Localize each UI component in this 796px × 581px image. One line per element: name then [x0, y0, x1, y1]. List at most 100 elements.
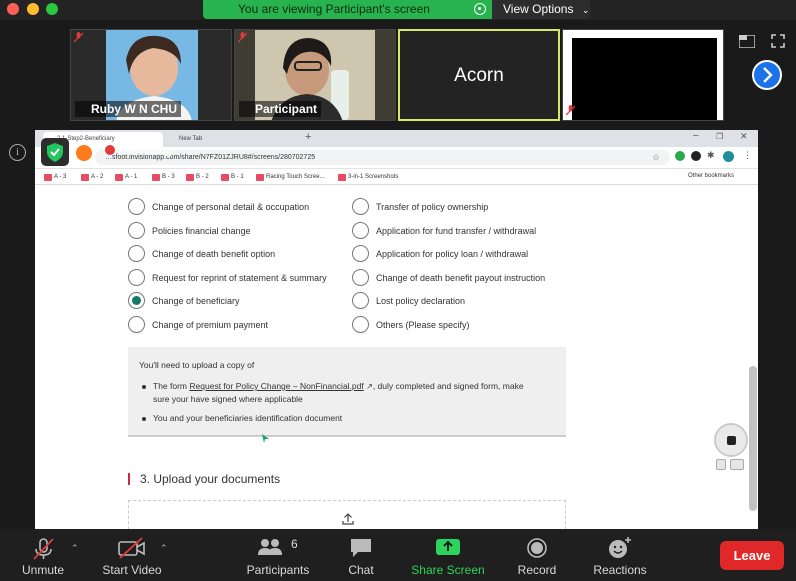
radio-option[interactable]: Change of death benefit payout instructi…	[352, 268, 545, 288]
recording-label: Recording	[118, 145, 173, 157]
page-scrollbar[interactable]	[749, 366, 757, 511]
chevron-right-icon	[763, 67, 773, 83]
radio-button[interactable]	[128, 245, 145, 262]
chevron-down-icon: ⌄	[581, 5, 590, 15]
meeting-info-icon[interactable]: i	[9, 144, 26, 161]
share-screen-button[interactable]: Share Screen	[405, 529, 491, 581]
extension-icon[interactable]	[691, 151, 701, 161]
close-window-button[interactable]	[7, 3, 19, 15]
viewing-text: You are viewing Participant's screen	[238, 2, 430, 16]
notice-title: You'll need to upload a copy of	[139, 360, 255, 370]
bookmark[interactable]: A - 1	[115, 173, 137, 182]
annotate-widget[interactable]	[714, 423, 748, 457]
radio-option[interactable]: Transfer of policy ownership	[352, 197, 488, 217]
reactions-label: Reactions	[593, 563, 647, 577]
option-label: Policies financial change	[152, 226, 251, 236]
layout-toggle-icon[interactable]	[739, 35, 755, 48]
ui-control-icon[interactable]	[716, 459, 726, 470]
video-options-caret-icon[interactable]: ⌃	[160, 543, 168, 554]
radio-option[interactable]: Change of death benefit option	[128, 244, 275, 264]
bookmark[interactable]: B - 3	[152, 173, 175, 182]
minimize-icon[interactable]: –	[693, 130, 699, 141]
radio-option[interactable]: Policies financial change	[128, 221, 251, 241]
radio-option[interactable]: Change of personal detail & occupation	[128, 197, 309, 217]
next-page-button[interactable]	[752, 60, 782, 90]
radio-option[interactable]: Lost policy declaration	[352, 291, 465, 311]
option-label: Change of personal detail & occupation	[152, 202, 310, 212]
puzzle-icon[interactable]: ✱	[707, 150, 715, 161]
radio-button[interactable]	[352, 198, 369, 215]
audio-options-caret-icon[interactable]: ⌃	[71, 543, 79, 554]
profile-avatar[interactable]	[723, 151, 734, 162]
menu-icon[interactable]: ⋮	[743, 150, 752, 161]
record-button[interactable]: Record	[512, 529, 562, 581]
recording-indicator[interactable]: Recording	[105, 145, 172, 157]
zoom-window: You are viewing Participant's screen Vie…	[0, 0, 796, 581]
start-video-button[interactable]: Start Video	[95, 529, 169, 581]
radio-button[interactable]	[128, 222, 145, 239]
external-link-icon: ↗	[366, 382, 373, 391]
bullet	[142, 417, 146, 421]
url-field[interactable]: …sfoot.invisionapp.com/share/N7FZ01ZJRU8…	[95, 150, 670, 165]
radio-button[interactable]	[352, 222, 369, 239]
camera-icon	[727, 436, 736, 445]
notice-item: You and your beneficiaries identificatio…	[153, 413, 343, 423]
leave-button[interactable]: Leave	[720, 541, 784, 570]
share-screen-label: Share Screen	[411, 563, 485, 577]
radio-option[interactable]: Others (Please specify)	[352, 315, 470, 335]
bookmark[interactable]: A - 3	[44, 173, 66, 182]
close-icon[interactable]: ✕	[740, 131, 748, 142]
unmute-button[interactable]: Unmute	[14, 529, 72, 581]
bookmark[interactable]: A - 2	[81, 173, 103, 182]
tab-label: New Tab	[179, 136, 203, 142]
radio-button[interactable]	[352, 316, 369, 333]
view-options-button[interactable]: View Options ⌄	[492, 0, 590, 19]
video-tile[interactable]: Acorn	[398, 29, 560, 121]
radio-option[interactable]: Application for policy loan / withdrawal	[352, 244, 528, 264]
radio-button[interactable]	[352, 269, 369, 286]
chat-bubble-icon	[351, 539, 371, 557]
ui-control-icon[interactable]	[730, 459, 744, 470]
star-icon[interactable]: ☆	[652, 152, 660, 163]
minimize-window-button[interactable]	[27, 3, 39, 15]
share-screen-icon	[436, 539, 460, 555]
option-label: Change of death benefit payout instructi…	[376, 273, 546, 283]
radio-option[interactable]: Request for reprint of statement & summa…	[128, 268, 327, 288]
option-label: Transfer of policy ownership	[376, 202, 489, 212]
participant-name: Participant	[239, 101, 322, 117]
chat-button[interactable]: Chat	[340, 529, 382, 581]
video-tile[interactable]	[562, 29, 724, 121]
extension-icon[interactable]	[675, 151, 685, 161]
browser-tab[interactable]: New Tab	[165, 132, 285, 147]
maximize-window-button[interactable]	[46, 3, 58, 15]
form-pdf-link[interactable]: Request for Policy Change – NonFinancial…	[189, 381, 363, 391]
participants-button[interactable]: 6 Participants	[243, 529, 313, 581]
fullscreen-icon[interactable]	[771, 34, 785, 48]
reactions-button[interactable]: Reactions	[588, 529, 652, 581]
radio-button-selected[interactable]	[128, 292, 145, 309]
radio-button[interactable]	[128, 198, 145, 215]
restore-icon[interactable]: ❐	[716, 132, 723, 141]
video-tile[interactable]: Participant	[234, 29, 396, 121]
radio-button[interactable]	[352, 292, 369, 309]
notice-text: sure your have signed where applicable	[153, 394, 303, 404]
radio-option[interactable]: Change of beneficiary	[128, 291, 240, 311]
security-badge[interactable]	[41, 138, 69, 166]
radio-button[interactable]	[128, 269, 145, 286]
bookmark[interactable]: 3-in-1 Screenshots	[338, 173, 398, 182]
record-label: Record	[517, 563, 557, 577]
bookmark[interactable]: Racing Touch Scree...	[256, 173, 325, 182]
upload-dropzone[interactable]	[128, 500, 566, 529]
bookmark[interactable]: B - 2	[186, 173, 209, 182]
new-tab-icon[interactable]: +	[305, 131, 311, 143]
participants-icon	[258, 539, 282, 555]
radio-option[interactable]: Change of premium payment	[128, 315, 268, 335]
other-bookmarks[interactable]: Other bookmarks	[688, 173, 734, 179]
radio-button[interactable]	[352, 245, 369, 262]
page-content: Change of personal detail & occupation P…	[35, 186, 758, 529]
video-tile[interactable]: Ruby W N CHU	[70, 29, 232, 121]
radio-button[interactable]	[128, 316, 145, 333]
bookmark[interactable]: B - 1	[221, 173, 244, 182]
participant-video	[572, 38, 717, 120]
radio-option[interactable]: Application for fund transfer / withdraw…	[352, 221, 536, 241]
